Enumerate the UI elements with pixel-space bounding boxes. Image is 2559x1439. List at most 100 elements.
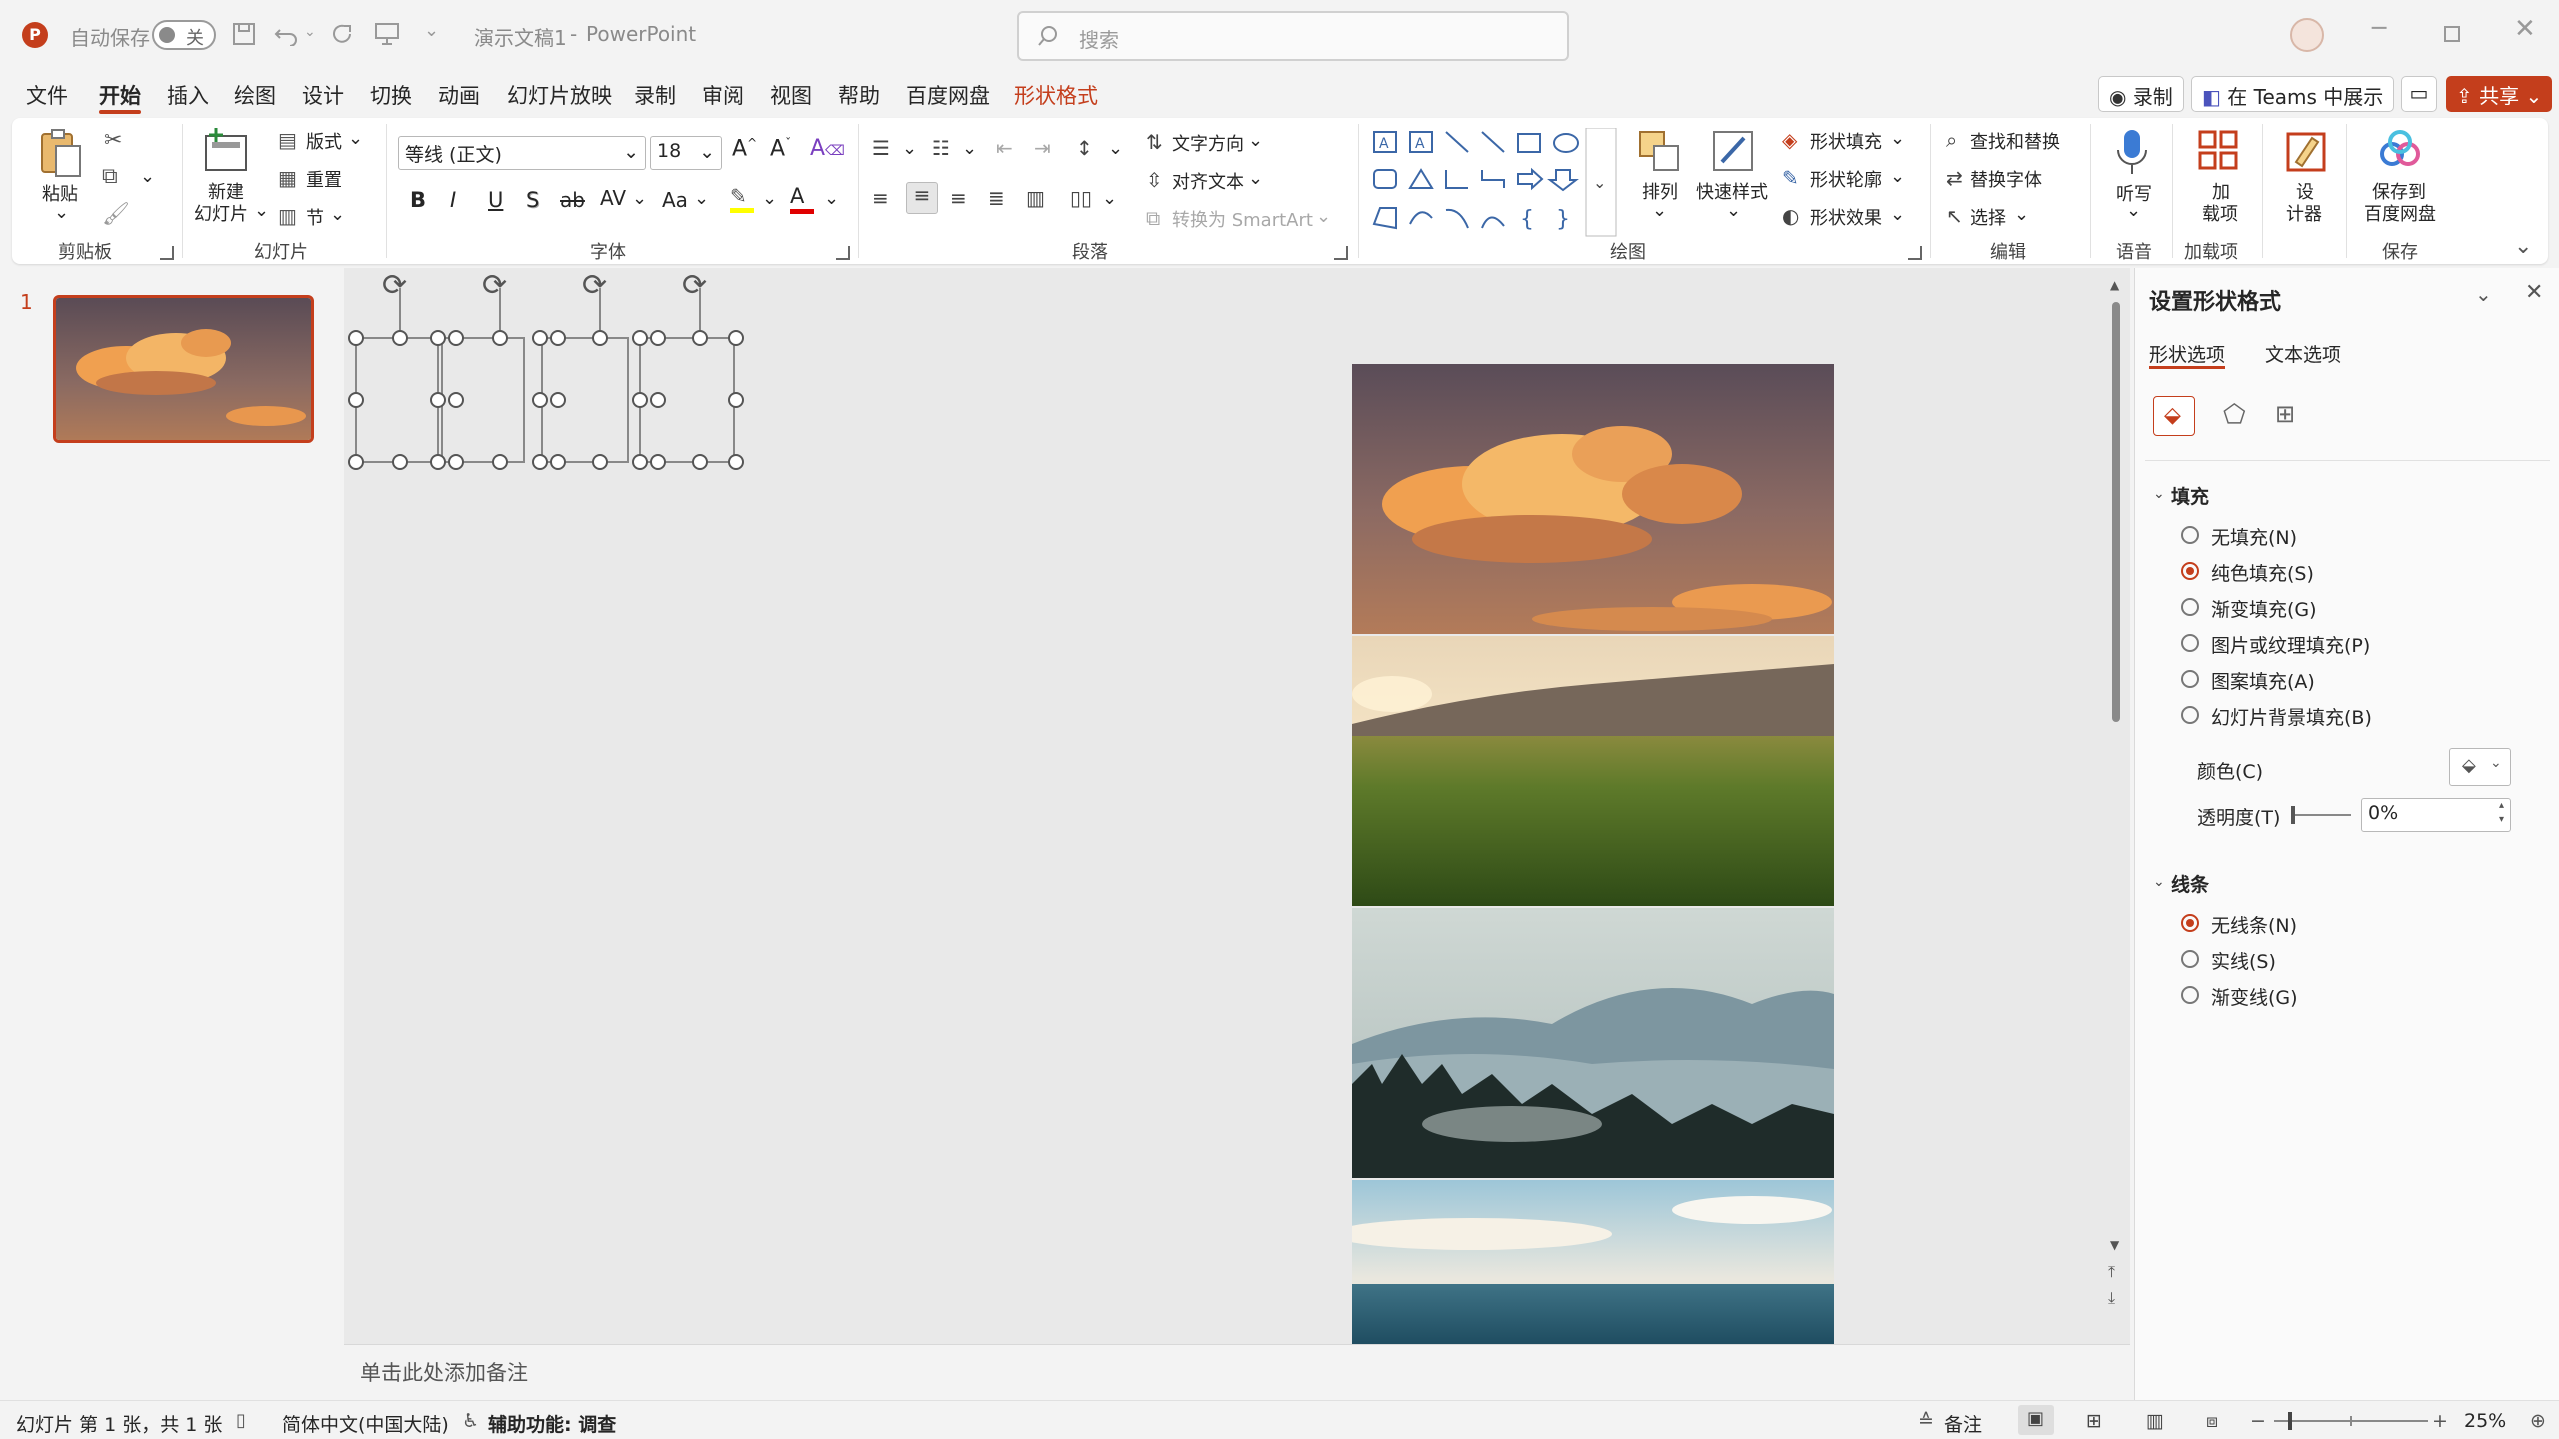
shape-outline-dropdown-icon[interactable]: ⌄ xyxy=(1890,166,1905,187)
rotate-handle-icon[interactable]: ⟳ xyxy=(582,268,607,303)
resize-handle[interactable] xyxy=(692,454,708,470)
zoom-slider[interactable] xyxy=(2274,1412,2428,1430)
record-button[interactable]: ◉ 录制 xyxy=(2098,76,2184,112)
share-button[interactable]: ⇪ 共享 ⌄ xyxy=(2446,76,2553,112)
accessibility-icon[interactable]: ♿ xyxy=(462,1410,479,1432)
normal-view-button[interactable]: ▣ xyxy=(2018,1405,2054,1435)
solid-line-label[interactable]: 实线(S) xyxy=(2211,947,2276,974)
search-box[interactable]: 搜索 xyxy=(1017,11,1569,61)
select-label[interactable]: 选择 xyxy=(1970,204,2006,230)
spinner-icon[interactable]: ▴ ▾ xyxy=(2499,799,2504,827)
addins-label-2[interactable]: 载项 xyxy=(2202,200,2238,226)
resize-handle[interactable] xyxy=(492,330,508,346)
minimize-icon[interactable]: ─ xyxy=(2372,14,2386,42)
zoom-slider-thumb[interactable] xyxy=(2288,1412,2292,1430)
designer-label-2[interactable]: 计器 xyxy=(2286,200,2322,226)
layout-label[interactable]: 版式 xyxy=(306,128,342,154)
highlight-icon[interactable]: ✎ xyxy=(730,184,756,214)
save-baidu-label-2[interactable]: 百度网盘 xyxy=(2364,200,2436,226)
picture-fill-radio[interactable] xyxy=(2181,634,2199,652)
resize-handle[interactable] xyxy=(392,330,408,346)
arrange-icon[interactable] xyxy=(1636,128,1682,174)
shapes-gallery[interactable]: A A { } ⌄ xyxy=(1370,128,1618,238)
format-painter-icon[interactable]: 🖌 xyxy=(102,202,130,227)
clipboard-launcher-icon[interactable] xyxy=(160,246,174,260)
slide-photos[interactable] xyxy=(1352,364,1834,1344)
align-text-icon[interactable]: ⇳ xyxy=(1146,168,1163,192)
resize-handle[interactable] xyxy=(348,392,364,408)
reading-view-icon[interactable]: ▥ xyxy=(2146,1410,2164,1432)
resize-handle[interactable] xyxy=(650,392,666,408)
color-picker-button[interactable]: ⬙ ⌄ xyxy=(2449,748,2511,786)
slide-edit-area[interactable]: ⟳ ⟳ ⟳ ⟳ xyxy=(344,268,2130,1344)
paste-icon[interactable] xyxy=(38,128,84,178)
bold-button[interactable]: B xyxy=(410,188,426,212)
effects-tab-icon[interactable]: ⬠ xyxy=(2223,400,2246,430)
resize-handle[interactable] xyxy=(532,330,548,346)
pattern-fill-radio[interactable] xyxy=(2181,670,2199,688)
zoom-in-icon[interactable]: + xyxy=(2432,1410,2448,1432)
change-case-dropdown-icon[interactable]: ⌄ xyxy=(694,188,709,209)
highlight-dropdown-icon[interactable]: ⌄ xyxy=(762,188,777,209)
fill-section-title[interactable]: 填充 xyxy=(2171,482,2209,509)
smartart-dropdown-icon[interactable]: ⌄ xyxy=(1316,206,1331,227)
transparency-slider[interactable] xyxy=(2291,806,2351,824)
tab-record[interactable]: 录制 xyxy=(634,80,676,110)
resize-handle[interactable] xyxy=(592,454,608,470)
align-center-icon[interactable]: ≡ xyxy=(906,182,938,214)
solid-fill-radio[interactable] xyxy=(2181,562,2199,580)
change-case-button[interactable]: Aa xyxy=(662,188,688,212)
grow-font-icon[interactable]: A^ xyxy=(732,136,757,161)
line-spacing-dropdown-icon[interactable]: ⌄ xyxy=(1108,138,1123,159)
char-spacing-button[interactable]: AV xyxy=(600,186,626,210)
char-spacing-dropdown-icon[interactable]: ⌄ xyxy=(632,188,647,209)
smartart-icon[interactable]: ⧉ xyxy=(1146,206,1160,230)
size-properties-tab-icon[interactable]: ⊞ xyxy=(2275,400,2295,428)
tab-text-options[interactable]: 文本选项 xyxy=(2265,340,2341,367)
accessibility-status[interactable]: 辅助功能: 调查 xyxy=(488,1410,616,1437)
shrink-font-icon[interactable]: Aˇ xyxy=(770,136,791,161)
paste-dropdown-icon[interactable]: ⌄ xyxy=(54,202,69,223)
resize-handle[interactable] xyxy=(550,392,566,408)
line-spacing-icon[interactable]: ↕ xyxy=(1076,136,1093,160)
clear-format-icon[interactable]: A⌫ xyxy=(810,136,845,161)
layout-dropdown-icon[interactable]: ⌄ xyxy=(348,128,363,149)
resize-handle[interactable] xyxy=(592,330,608,346)
dictate-dropdown-icon[interactable]: ⌄ xyxy=(2126,200,2141,221)
gradient-line-label[interactable]: 渐变线(G) xyxy=(2211,983,2298,1010)
notes-icon[interactable]: ≙ xyxy=(1918,1410,1934,1432)
previous-slide-icon[interactable]: ⤒ xyxy=(2108,1262,2115,1282)
shape-fill-icon[interactable]: ◈ xyxy=(1782,128,1797,152)
close-window-icon[interactable]: ✕ xyxy=(2514,14,2536,44)
language-indicator[interactable]: 简体中文(中国大陆) xyxy=(282,1410,449,1437)
tab-draw[interactable]: 绘图 xyxy=(234,80,276,110)
resize-handle[interactable] xyxy=(532,392,548,408)
line-section-title[interactable]: 线条 xyxy=(2171,870,2209,897)
text-direction-label[interactable]: 文字方向 xyxy=(1172,130,1244,156)
no-fill-label[interactable]: 无填充(N) xyxy=(2211,523,2297,550)
gradient-fill-radio[interactable] xyxy=(2181,598,2199,616)
next-slide-icon[interactable]: ⤓ xyxy=(2108,1288,2115,1308)
close-pane-icon[interactable]: ✕ xyxy=(2525,280,2543,305)
slide-bg-fill-radio[interactable] xyxy=(2181,706,2199,724)
autosave-toggle[interactable]: 关 xyxy=(152,20,216,50)
new-slide-dropdown-icon[interactable]: ⌄ xyxy=(254,200,269,221)
layout-icon[interactable]: ▤ xyxy=(278,128,297,152)
section-dropdown-icon[interactable]: ⌄ xyxy=(330,204,345,225)
reset-icon[interactable]: ▦ xyxy=(278,166,297,190)
tab-insert[interactable]: 插入 xyxy=(167,80,209,110)
pattern-fill-label[interactable]: 图案填充(A) xyxy=(2211,667,2315,694)
fit-to-window-icon[interactable]: ⊕ xyxy=(2530,1410,2546,1432)
present-icon[interactable] xyxy=(374,22,400,46)
addins-icon[interactable] xyxy=(2196,128,2240,174)
copy-icon[interactable]: ⧉ xyxy=(102,164,118,189)
font-color-icon[interactable]: A xyxy=(790,184,816,216)
find-icon[interactable]: ⌕ xyxy=(1946,128,1957,152)
align-left-icon[interactable]: ≡ xyxy=(872,186,889,210)
tab-review[interactable]: 审阅 xyxy=(702,80,744,110)
transparency-input[interactable]: 0% ▴ ▾ xyxy=(2361,798,2511,832)
drawing-launcher-icon[interactable] xyxy=(1908,246,1922,260)
zoom-level[interactable]: 25% xyxy=(2464,1410,2506,1432)
underline-button[interactable]: U xyxy=(488,188,503,212)
resize-handle[interactable] xyxy=(632,392,648,408)
